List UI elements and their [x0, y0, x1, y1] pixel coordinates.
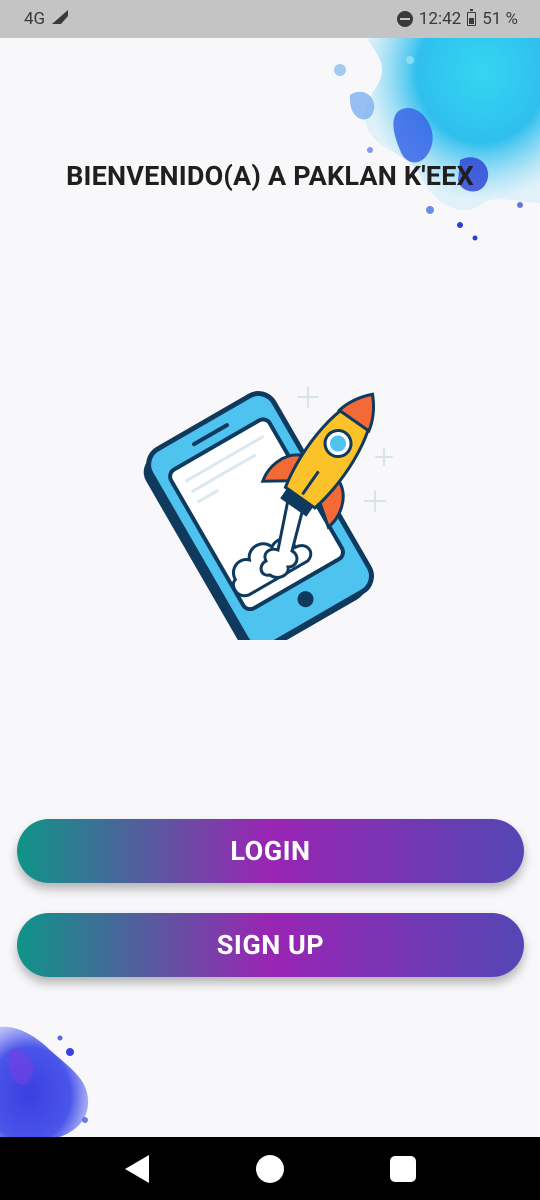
login-button[interactable]: LOGIN: [17, 819, 524, 883]
status-bar: 4G 12:42 51 %: [0, 0, 540, 38]
signup-button[interactable]: SIGN UP: [17, 913, 524, 977]
watercolor-splash-top: [334, 0, 540, 241]
battery-level: 51 %: [482, 9, 518, 29]
rocket-phone-illustration: [143, 386, 393, 640]
status-left: 4G: [24, 9, 69, 30]
watercolor-splash-bottom: [0, 1026, 89, 1140]
clock: 12:42: [418, 9, 462, 29]
page-title: BIENVENIDO(A) A PAKLAN K'EEX: [66, 160, 474, 192]
network-type: 4G: [24, 9, 46, 29]
back-icon[interactable]: [117, 1149, 157, 1189]
battery-icon: [467, 9, 477, 26]
home-icon[interactable]: [250, 1149, 290, 1189]
recents-icon[interactable]: [383, 1149, 423, 1189]
signal-icon: [51, 9, 69, 30]
navigation-bar: [0, 1137, 540, 1200]
do-not-disturb-icon: [396, 11, 413, 27]
status-right: 12:42 51 %: [396, 9, 518, 29]
